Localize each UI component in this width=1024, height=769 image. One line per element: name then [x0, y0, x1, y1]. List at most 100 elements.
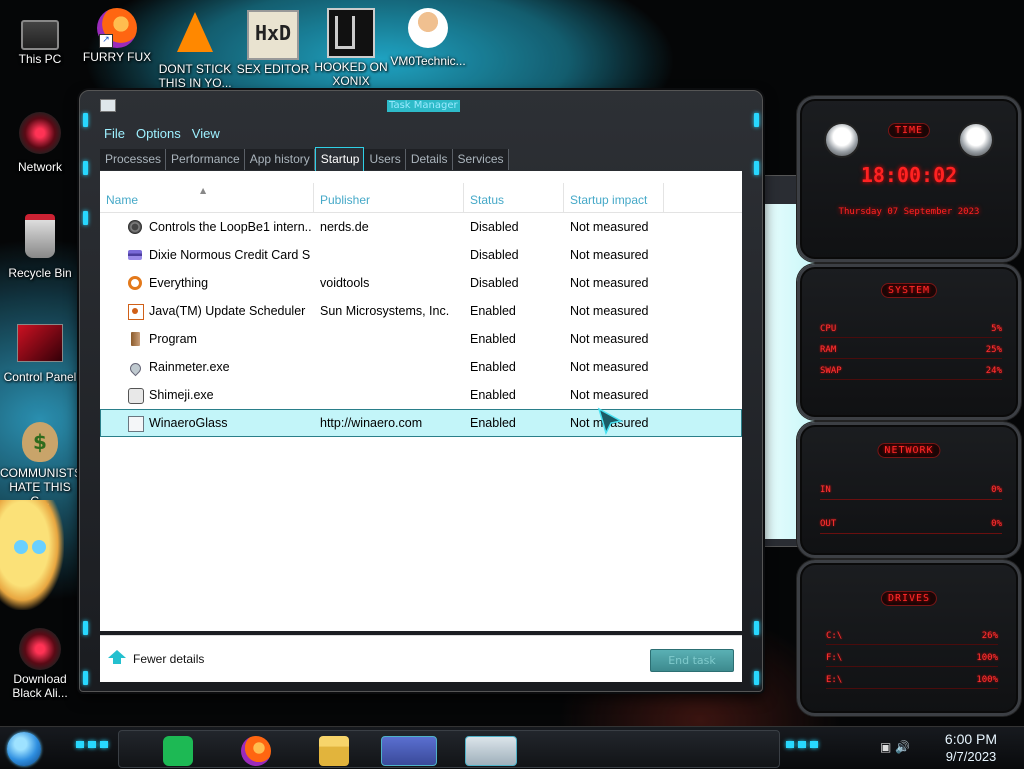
row-status: Enabled [470, 360, 516, 374]
network-out-value: 0% [991, 519, 1002, 529]
column-header-startup-impact[interactable]: Startup impact [570, 193, 647, 207]
row-impact: Not measured [570, 332, 649, 346]
desktop-icon-network[interactable]: Network [0, 112, 80, 174]
sort-up-icon: ▲ [200, 186, 207, 195]
computer-icon [21, 20, 59, 50]
table-row[interactable]: Dixie Normous Credit Card S... Disabled … [100, 241, 742, 269]
menu-bar: File Options View [100, 124, 227, 144]
desktop-icon-label: Download Black Ali... [12, 672, 68, 700]
column-divider[interactable] [563, 183, 564, 212]
frame-light [754, 621, 759, 635]
desktop-icon-communists[interactable]: $ COMMUNISTS HATE THIS G... [0, 422, 82, 508]
row-publisher: nerds.de [320, 220, 369, 234]
frame-light [754, 161, 759, 175]
drive-c-label: C:\ [826, 631, 843, 641]
clock-date: 9/7/2023 [945, 749, 997, 764]
table-row[interactable]: Everything voidtools Disabled Not measur… [100, 269, 742, 297]
swap-label: SWAP [820, 366, 842, 376]
table-row[interactable]: Controls the LoopBe1 intern... nerds.de … [100, 213, 742, 241]
table-row-selected[interactable]: WinaeroGlass http://winaero.com Enabled … [100, 409, 742, 437]
network-in-graph [820, 499, 1002, 500]
ram-bar [820, 358, 1002, 359]
column-header-publisher[interactable]: Publisher [320, 193, 370, 207]
tab-performance[interactable]: Performance [166, 149, 245, 170]
network-icon [19, 112, 61, 154]
chevron-up-icon[interactable] [108, 650, 126, 664]
network-in-value: 0% [991, 485, 1002, 495]
ram-label: RAM [820, 345, 837, 355]
column-divider[interactable] [313, 183, 314, 212]
drive-f-label: F:\ [826, 653, 843, 663]
tab-processes[interactable]: Processes [100, 149, 167, 170]
desktop-icon-recycle-bin[interactable]: Recycle Bin [0, 214, 80, 280]
table-row[interactable]: Rainmeter.exe Enabled Not measured [100, 353, 742, 381]
network-tray-icon[interactable]: ▣ [880, 740, 891, 754]
network-in-label: IN [820, 485, 831, 495]
row-impact: Not measured [570, 248, 649, 262]
column-divider[interactable] [663, 183, 664, 212]
alien-head-icon [958, 122, 994, 158]
row-status: Enabled [470, 388, 516, 402]
window-title: Task Manager [387, 100, 460, 112]
taskbar-app-area [118, 730, 780, 768]
desktop-icon-hooked-on-xonix[interactable]: HOOKED ON XONIX [311, 8, 391, 88]
ram-value: 25% [985, 345, 1002, 355]
volume-icon[interactable]: 🔊 [895, 740, 910, 754]
table-row[interactable]: Java(TM) Update Scheduler Sun Microsyste… [100, 297, 742, 325]
window-system-icon[interactable] [100, 99, 116, 112]
menu-view[interactable]: View [188, 124, 227, 144]
system-widget: SYSTEM CPU 5% RAM 25% SWAP 24% [797, 264, 1021, 420]
table-row[interactable]: Program Enabled Not measured [100, 325, 742, 353]
column-divider[interactable] [463, 183, 464, 212]
network-widget-title: NETWORK [877, 443, 941, 458]
desktop-icon-label: This PC [18, 52, 62, 66]
java-icon [128, 304, 144, 320]
column-header-name[interactable]: Name [106, 193, 138, 207]
shortcut-arrow-icon: ↗ [99, 34, 113, 48]
swap-value: 24% [985, 366, 1002, 376]
hxd-icon: HxD [247, 10, 299, 60]
firefox-icon[interactable] [241, 736, 271, 766]
spotify-icon[interactable] [163, 736, 193, 766]
tab-details[interactable]: Details [405, 149, 453, 170]
menu-file[interactable]: File [100, 124, 132, 144]
desktop-icon-download-black-alien[interactable]: Download Black Ali... [0, 628, 80, 700]
desktop-icon-furry-fux[interactable]: ↗ FURRY FUX [77, 8, 157, 64]
column-header-status[interactable]: Status [470, 193, 504, 207]
menu-options[interactable]: Options [132, 124, 188, 144]
taskbar-light-strip [76, 741, 112, 748]
time-widget-title: TIME [887, 123, 931, 138]
tab-users[interactable]: Users [364, 149, 406, 170]
start-button[interactable] [7, 732, 41, 766]
desktop-icon-label: Network [17, 160, 62, 174]
desktop-icon-control-panel[interactable]: Control Panel [0, 318, 80, 384]
network-out-graph [820, 533, 1002, 534]
task-manager-window[interactable]: Task Manager File Options View Processes… [79, 90, 763, 692]
file-explorer-icon[interactable] [319, 736, 349, 766]
tab-app-history[interactable]: App history [244, 149, 315, 170]
desktop-icon-sex-editor[interactable]: HxD SEX EDITOR [233, 10, 313, 76]
fewer-details-link[interactable]: Fewer details [133, 652, 204, 666]
doctor-icon [408, 8, 448, 48]
row-status: Disabled [470, 276, 519, 290]
tab-startup[interactable]: Startup [314, 147, 365, 171]
row-publisher: Sun Microsystems, Inc. [320, 304, 450, 318]
control-panel-icon [17, 324, 63, 362]
alien-icon [19, 628, 61, 670]
end-task-button[interactable]: End task [650, 649, 734, 672]
desktop-icon-vm0technic[interactable]: VM0Technic... [388, 8, 468, 68]
task-manager-icon[interactable] [465, 736, 517, 766]
search-icon [128, 276, 142, 290]
row-name: Dixie Normous Credit Card S... [149, 248, 311, 262]
clock[interactable]: 6:00 PM 9/7/2023 [928, 731, 1014, 765]
frame-light [83, 113, 88, 127]
vlc-icon [177, 12, 213, 52]
table-row[interactable]: Shimeji.exe Enabled Not measured [100, 381, 742, 409]
drive-e-value: 100% [976, 675, 998, 685]
frame-light [83, 621, 88, 635]
credit-card-app-icon[interactable] [381, 736, 437, 766]
desktop-icon-label: DONT STICK THIS IN YO... [158, 62, 232, 90]
desktop-icon-dont-stick[interactable]: DONT STICK THIS IN YO... [155, 8, 235, 90]
tab-services[interactable]: Services [452, 149, 509, 170]
desktop-icon-this-pc[interactable]: This PC [0, 10, 80, 66]
